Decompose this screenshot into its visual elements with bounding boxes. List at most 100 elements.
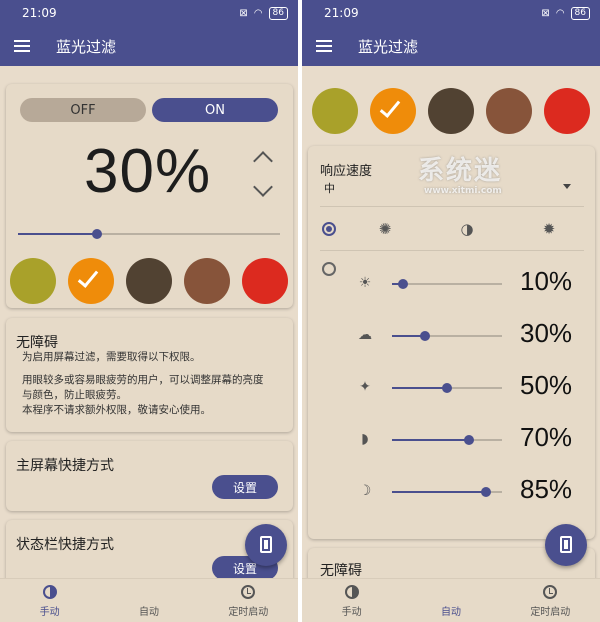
alarm-clock-icon: [241, 584, 256, 599]
watermark-url: www.xitmi.com: [424, 186, 502, 196]
level-percent: 10%: [520, 266, 573, 296]
fab-shortcut-button[interactable]: [545, 524, 587, 566]
accessibility-text-4: 本程序不请求额外权限，敬请安心使用。: [22, 404, 211, 416]
nav-auto[interactable]: A 自动: [99, 579, 198, 622]
color-swatch[interactable]: [184, 258, 230, 304]
chevron-up-icon[interactable]: [253, 151, 273, 171]
slider-thumb[interactable]: [398, 279, 408, 289]
toggle-on-button[interactable]: ON: [152, 98, 278, 122]
color-swatch[interactable]: [312, 88, 358, 134]
brightness-settings-icon[interactable]: ✹: [540, 220, 558, 238]
nav-auto[interactable]: A 自动: [401, 579, 500, 622]
level-percent: 85%: [520, 474, 573, 504]
brightness-low-icon[interactable]: ✺: [376, 220, 394, 238]
status-time: 21:09: [324, 6, 359, 20]
slider-thumb[interactable]: [464, 435, 474, 445]
fab-shortcut-button[interactable]: [245, 524, 287, 566]
screens: 21:09 ⊠ ◠ 86 蓝光过滤 OFF ON 30% 无障碍 为启用屏幕过滤…: [0, 0, 600, 622]
menu-icon[interactable]: [14, 40, 30, 52]
level-slider[interactable]: [392, 435, 502, 445]
level-slider[interactable]: [392, 383, 502, 393]
home-shortcut-title: 主屏幕快捷方式: [16, 458, 114, 474]
level-slider[interactable]: [392, 487, 502, 497]
screen-manual: 21:09 ⊠ ◠ 86 蓝光过滤 OFF ON 30% 无障碍 为启用屏幕过滤…: [0, 0, 298, 622]
app-bar: 蓝光过滤: [0, 26, 298, 66]
app-bar: 蓝光过滤: [302, 26, 600, 66]
accessibility-text-1: 为启用屏幕过滤，需要取得以下权限。: [22, 351, 201, 363]
nav-timer-label: 定时启动: [228, 606, 269, 618]
brightness-icon: [344, 584, 359, 599]
screen-auto: 21:09 ⊠ ◠ 86 蓝光过滤 响应速度 中 系统迷 www.xitmi.c…: [302, 0, 600, 622]
battery-icon: 86: [570, 6, 590, 20]
brightness-icon: [42, 584, 57, 599]
statusbar-shortcut-title: 状态栏快捷方式: [16, 537, 114, 553]
watermark-text: 系统迷: [418, 156, 503, 186]
alarm-clock-icon: [543, 584, 558, 599]
document-icon: [560, 536, 572, 553]
app-title: 蓝光过滤: [56, 37, 117, 56]
mode-radio-1[interactable]: [322, 222, 336, 236]
sim-icon: ⊠: [239, 7, 248, 19]
mode-radio-2[interactable]: [322, 262, 336, 276]
home-shortcut-card: 主屏幕快捷方式 设置: [6, 441, 293, 511]
menu-icon[interactable]: [316, 40, 332, 52]
slider-thumb[interactable]: [91, 229, 102, 239]
status-time: 21:09: [22, 6, 57, 20]
response-speed-value[interactable]: 中: [324, 180, 335, 196]
color-swatch[interactable]: [486, 88, 532, 134]
wifi-icon: ◠: [555, 7, 565, 19]
color-swatch[interactable]: [126, 258, 172, 304]
nav-auto-label: 自动: [440, 606, 461, 618]
slider-thumb[interactable]: [442, 383, 452, 393]
app-title: 蓝光过滤: [358, 37, 419, 56]
nav-timer[interactable]: 定时启动: [501, 579, 600, 622]
auto-icon: A: [443, 584, 459, 599]
bottom-nav: 手动 A 自动 定时启动: [302, 578, 600, 622]
chevron-down-icon[interactable]: [253, 177, 273, 197]
level-percent: 70%: [520, 422, 573, 452]
status-bar: 21:09 ⊠ ◠ 86: [0, 0, 298, 26]
home-shortcut-set-button[interactable]: 设置: [212, 475, 278, 499]
check-icon: [379, 96, 401, 118]
slider-thumb[interactable]: [480, 487, 491, 497]
sim-icon: ⊠: [541, 7, 550, 19]
nav-manual[interactable]: 手动: [302, 579, 401, 622]
nav-timer[interactable]: 定时启动: [199, 579, 298, 622]
accessibility-text-3: 与颜色，防止眼疲劳。: [22, 389, 127, 401]
auto-settings-card: 响应速度 中 系统迷 www.xitmi.com ✺ ◑ ✹ ☀ 10% ☁ 30% ✦…: [308, 146, 595, 539]
check-icon: [77, 266, 99, 288]
slider-thumb[interactable]: [420, 331, 430, 341]
response-speed-label: 响应速度: [320, 164, 373, 179]
sun-icon: ☀: [358, 275, 372, 291]
color-swatch[interactable]: [428, 88, 474, 134]
status-bar: 21:09 ⊠ ◠ 86: [302, 0, 600, 26]
nav-timer-label: 定时启动: [530, 606, 571, 618]
level-percent: 50%: [520, 370, 573, 400]
brightness-half-icon[interactable]: ◑: [458, 220, 476, 238]
nav-manual-label: 手动: [341, 606, 362, 618]
accessibility-title: 无障碍: [320, 563, 362, 579]
color-swatch[interactable]: [544, 88, 590, 134]
toggle-off-button[interactable]: OFF: [20, 98, 146, 122]
wifi-icon: ◠: [253, 7, 263, 19]
auto-icon: A: [141, 584, 157, 599]
dropdown-caret-icon[interactable]: [563, 184, 571, 189]
level-percent: 30%: [520, 318, 573, 348]
level-slider[interactable]: [392, 331, 502, 341]
moon-icon: ◗: [361, 431, 369, 447]
color-swatch[interactable]: [242, 258, 288, 304]
color-swatch[interactable]: [370, 88, 416, 134]
bottom-nav: 手动 A 自动 定时启动: [0, 578, 298, 622]
color-swatch[interactable]: [68, 258, 114, 304]
intensity-value: 30%: [84, 137, 212, 206]
accessibility-title: 无障碍: [16, 335, 58, 351]
nav-auto-label: 自动: [138, 606, 159, 618]
nav-manual[interactable]: 手动: [0, 579, 99, 622]
cloud-icon: ☁: [358, 327, 372, 343]
intensity-slider[interactable]: [18, 229, 280, 239]
color-swatch[interactable]: [10, 258, 56, 304]
nav-manual-label: 手动: [39, 606, 60, 618]
accessibility-card: 无障碍 为启用屏幕过滤，需要取得以下权限。 用眼较多或容易眼疲劳的用户，可以调整…: [6, 318, 293, 432]
battery-icon: 86: [268, 6, 288, 20]
level-slider[interactable]: [392, 279, 502, 289]
